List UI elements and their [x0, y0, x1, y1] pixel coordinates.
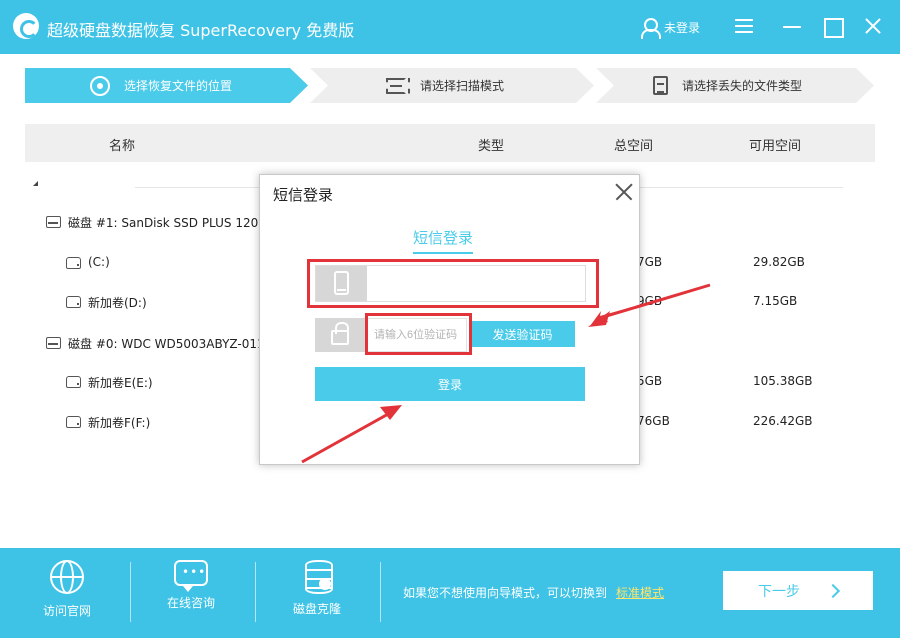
step-select-location: 选择恢复文件的位置 [25, 68, 308, 103]
lock-icon-box [315, 318, 366, 352]
login-status-label: 未登录 [664, 20, 701, 35]
column-name: 名称 [109, 139, 136, 154]
title-bar: 超级硬盘数据恢复 SuperRecovery 免费版 未登录 [0, 0, 900, 54]
row-free: 105.38GB [753, 374, 813, 388]
row-free: 29.82GB [753, 255, 805, 269]
tree-collapse-icon[interactable] [33, 181, 38, 186]
visit-website-label: 访问官网 [42, 604, 91, 618]
highlight-phone-field [307, 259, 599, 308]
send-code-button[interactable]: 发送验证码 [470, 321, 575, 347]
footer-divider [380, 562, 381, 622]
drive-icon [66, 257, 81, 269]
dialog-title: 短信登录 [273, 186, 334, 204]
step-label: 选择恢复文件的位置 [124, 79, 233, 93]
next-step-label: 下一步 [758, 583, 800, 600]
standard-mode-link[interactable]: 标准模式 [616, 584, 664, 601]
highlight-code-field [365, 313, 472, 355]
footer-bar: 访问官网 在线咨询 磁盘克隆 如果您不想使用向导模式，可以切换到 标准模式 下一… [0, 548, 900, 638]
tab-sms-login[interactable]: 短信登录 [413, 227, 474, 254]
column-free-space: 可用空间 [749, 139, 802, 154]
row-total: 9GB [637, 294, 663, 308]
row-total: 7GB [637, 255, 663, 269]
drive-icon [66, 296, 81, 308]
globe-icon [50, 560, 84, 594]
close-window-button[interactable] [861, 14, 885, 38]
drive-icon [66, 416, 81, 428]
disk-icon [46, 216, 61, 228]
step-scan-mode: 请选择扫描模式 [310, 68, 594, 103]
close-dialog-icon[interactable] [614, 183, 632, 201]
row-total: 76GB [637, 414, 670, 428]
online-consult-label: 在线咨询 [166, 596, 215, 610]
row-name: 磁盘 #0: WDC WD5003ABYZ-011F [68, 337, 272, 351]
database-icon [305, 560, 333, 594]
row-free: 226.42GB [753, 414, 813, 428]
visit-website-button[interactable]: 访问官网 [22, 560, 112, 630]
app-title: 超级硬盘数据恢复 SuperRecovery 免费版 [47, 21, 355, 40]
menu-icon[interactable] [732, 14, 756, 38]
step-file-type: 请选择丢失的文件类型 [596, 68, 874, 103]
user-icon [640, 17, 661, 39]
maximize-button[interactable] [820, 14, 844, 38]
app-logo-icon [13, 13, 39, 39]
login-status[interactable]: 未登录 [640, 16, 701, 39]
step-label: 请选择扫描模式 [420, 79, 505, 93]
row-free: 7.15GB [753, 294, 798, 308]
disk-clone-label: 磁盘克隆 [292, 602, 341, 616]
online-consult-button[interactable]: 在线咨询 [146, 560, 236, 630]
lock-icon [331, 322, 349, 345]
row-name: 磁盘 #1: SanDisk SSD PLUS 120 G [68, 216, 272, 230]
chevron-right-icon [825, 583, 841, 598]
table-header: 名称 类型 总空间 可用空间 [25, 124, 875, 162]
next-step-button[interactable]: 下一步 [723, 571, 873, 610]
drive-icon [66, 376, 81, 388]
row-name: 新加卷E(E:) [88, 376, 153, 390]
login-button[interactable]: 登录 [315, 367, 585, 401]
scan-icon [386, 77, 406, 94]
document-icon [653, 76, 668, 95]
row-name: 新加卷F(F:) [88, 416, 151, 430]
step-label: 请选择丢失的文件类型 [682, 79, 803, 93]
disk-icon [46, 337, 61, 349]
footer-divider [130, 562, 131, 622]
switch-mode-text: 如果您不想使用向导模式，可以切换到 [403, 586, 608, 600]
minimize-button[interactable] [780, 14, 804, 38]
row-total: 5GB [637, 374, 663, 388]
row-name: (C:) [88, 255, 110, 269]
row-name: 新加卷(D:) [88, 296, 147, 310]
disk-clone-button[interactable]: 磁盘克隆 [272, 560, 362, 630]
app-window: 超级硬盘数据恢复 SuperRecovery 免费版 未登录 选择恢复文件的位置… [0, 0, 900, 638]
column-total-space: 总空间 [614, 139, 654, 154]
chat-icon [174, 560, 208, 592]
target-icon [90, 75, 110, 96]
column-type: 类型 [478, 139, 505, 154]
footer-divider [255, 562, 256, 622]
